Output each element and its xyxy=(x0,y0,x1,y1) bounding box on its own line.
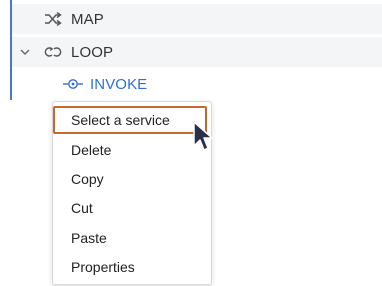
chevron-down-icon[interactable] xyxy=(18,45,32,59)
invoke-icon xyxy=(63,79,83,89)
mouse-pointer-icon xyxy=(193,121,213,151)
tree-item-label: MAP xyxy=(71,10,104,28)
menu-item-properties[interactable]: Properties xyxy=(53,253,211,281)
tree-item-map[interactable]: MAP xyxy=(12,4,382,34)
tree-item-invoke[interactable]: INVOKE xyxy=(12,69,382,99)
menu-item-copy[interactable]: Copy xyxy=(53,165,211,193)
tree-item-loop[interactable]: LOOP xyxy=(12,37,382,67)
loop-icon xyxy=(44,47,62,57)
flow-tree: MAP LOOP INVOKE xyxy=(10,0,382,100)
menu-item-delete[interactable]: Delete xyxy=(53,136,211,164)
shuffle-icon xyxy=(45,12,62,26)
tree-item-label: LOOP xyxy=(71,43,114,61)
menu-item-cut[interactable]: Cut xyxy=(53,194,211,222)
tree-item-label: INVOKE xyxy=(90,75,148,93)
context-menu: Select a service Delete Copy Cut Paste P… xyxy=(52,101,212,285)
menu-item-select-service[interactable]: Select a service xyxy=(53,106,207,134)
menu-item-paste[interactable]: Paste xyxy=(53,224,211,252)
